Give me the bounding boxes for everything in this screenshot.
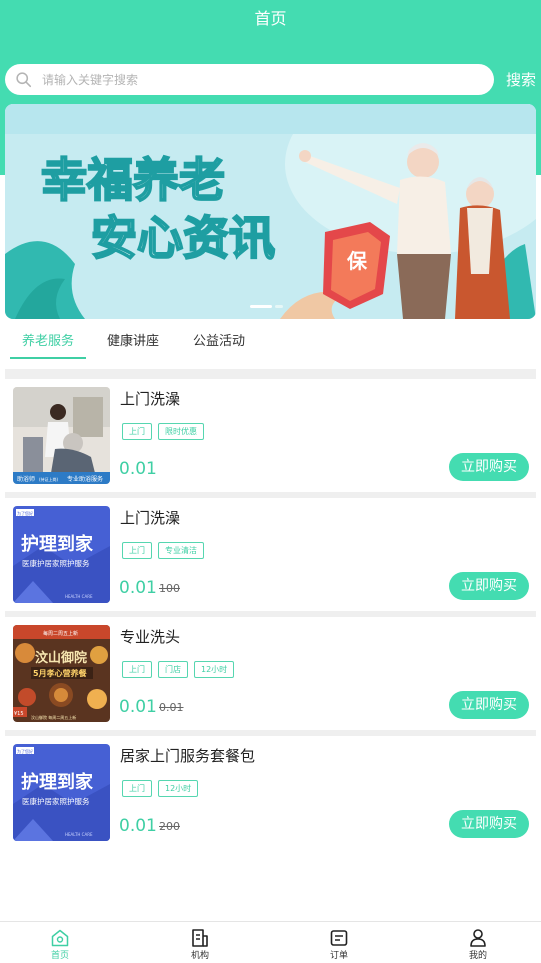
tabbar-label: 首页 xyxy=(50,951,69,961)
product-tags: 上门 12小时 xyxy=(122,780,199,797)
tabbar-item-home[interactable]: 首页 xyxy=(30,928,90,963)
product-card[interactable]: 每周二周五上新 汶山御院 5月孝心营养餐 ¥15 汶山御院 每周二周五上新 专业… xyxy=(5,617,536,730)
category-tabs: 养老服务 健康讲座 公益活动 xyxy=(0,322,541,364)
page-title: 首页 xyxy=(254,9,287,28)
product-title: 上门洗澡 xyxy=(120,509,181,527)
tabbar-label: 订单 xyxy=(329,951,348,961)
thumb-footer: HEALTH CARE xyxy=(65,832,93,837)
search-button[interactable]: 搜索 xyxy=(506,70,536,90)
product-tag: 上门 xyxy=(122,542,152,559)
product-tag: 上门 xyxy=(122,780,152,797)
product-thumbnail: 每周二周五上新 汶山御院 5月孝心营养餐 ¥15 汶山御院 每周二周五上新 xyxy=(13,625,110,722)
thumb-footer: HEALTH CARE xyxy=(65,594,93,599)
product-title: 居家上门服务套餐包 xyxy=(120,747,256,765)
thumb-caption-small: (持证上岗) xyxy=(39,476,59,482)
banner-carousel[interactable]: 幸福养老 安心资讯 保 xyxy=(5,104,536,319)
tabbar-label: 我的 xyxy=(468,951,487,961)
thumb-headline: 护理到家 xyxy=(21,771,94,793)
product-tag: 门店 xyxy=(158,661,188,678)
tab-elderly-care[interactable]: 养老服务 xyxy=(22,333,74,351)
product-tag: 专业清洁 xyxy=(158,542,204,559)
search-icon xyxy=(16,72,32,88)
product-tag: 12小时 xyxy=(158,780,199,797)
search-placeholder: 请输入关键字搜索 xyxy=(42,73,139,87)
product-tag: 上门 xyxy=(122,423,152,440)
thumb-headline: 汶山御院 xyxy=(35,650,87,666)
product-tag: 12小时 xyxy=(194,661,235,678)
buy-now-button[interactable]: 立即购买 xyxy=(449,453,529,481)
product-price: 0.01 xyxy=(119,816,157,836)
product-price: 0.01 xyxy=(119,578,157,598)
thumb-subtitle: 医康护居家照护服务 xyxy=(22,558,90,568)
thumb-corner: 为了您好 xyxy=(17,510,33,516)
thumb-headline: 护理到家 xyxy=(21,533,94,555)
product-tag: 上门 xyxy=(122,661,152,678)
section-divider xyxy=(5,369,536,379)
home-icon xyxy=(51,929,69,947)
product-original-price: 100 xyxy=(159,582,180,595)
tabbar-item-orders[interactable]: 订单 xyxy=(309,928,369,963)
thumb-subtitle: 5月孝心营养餐 xyxy=(33,668,88,678)
tabbar-label: 机构 xyxy=(190,951,209,961)
product-card[interactable]: 助浴师 (持证上岗) 专业助浴服务 上门洗澡 上门 限时优惠 0.01 立即购买 xyxy=(5,379,536,492)
product-tags: 上门 限时优惠 xyxy=(122,423,204,440)
document-icon xyxy=(192,929,208,947)
product-thumbnail: 为了您好 护理到家 医康护居家照护服务 HEALTH CARE xyxy=(13,744,110,841)
thumb-caption-right: 专业助浴服务 xyxy=(67,475,103,483)
active-tab-indicator xyxy=(10,357,86,359)
buy-now-button[interactable]: 立即购买 xyxy=(449,572,529,600)
order-icon xyxy=(330,930,348,946)
product-price: 0.01 xyxy=(119,697,157,717)
thumb-caption: 助浴师 xyxy=(17,475,35,483)
product-tags: 上门 专业清洁 xyxy=(122,542,204,559)
thumb-subtitle: 医康护居家照护服务 xyxy=(22,796,90,806)
buy-now-button[interactable]: 立即购买 xyxy=(449,691,529,719)
banner-badge: 保 xyxy=(346,249,368,273)
tabbar-item-institution[interactable]: 机构 xyxy=(170,928,230,963)
product-thumbnail: 助浴师 (持证上岗) 专业助浴服务 xyxy=(13,387,110,484)
banner-illustration: 幸福养老 安心资讯 保 xyxy=(5,104,536,319)
product-card[interactable]: 为了您好 护理到家 医康护居家照护服务 HEALTH CARE 上门洗澡 上门 … xyxy=(5,498,536,611)
banner-line1: 幸福养老 xyxy=(41,153,225,207)
bottom-tab-bar: 首页 机构 订单 我的 xyxy=(0,921,541,963)
thumb-price: ¥15 xyxy=(14,711,24,717)
banner-line2: 安心资讯 xyxy=(91,211,275,265)
tab-health-lectures[interactable]: 健康讲座 xyxy=(107,333,159,351)
product-title: 专业洗头 xyxy=(120,628,181,646)
product-original-price: 200 xyxy=(159,820,180,833)
product-thumbnail: 为了您好 护理到家 医康护居家照护服务 HEALTH CARE xyxy=(13,506,110,603)
user-icon xyxy=(470,929,486,947)
product-tags: 上门 门店 12小时 xyxy=(122,661,235,678)
product-card[interactable]: 为了您好 护理到家 医康护居家照护服务 HEALTH CARE 居家上门服务套餐… xyxy=(5,736,536,849)
search-input[interactable]: 请输入关键字搜索 xyxy=(5,64,494,95)
product-tag: 限时优惠 xyxy=(158,423,204,440)
tabbar-item-profile[interactable]: 我的 xyxy=(448,928,508,963)
product-original-price: 0.01 xyxy=(159,701,184,714)
thumb-corner: 为了您好 xyxy=(17,748,33,754)
buy-now-button[interactable]: 立即购买 xyxy=(449,810,529,838)
thumb-top: 每周二周五上新 xyxy=(43,630,78,637)
thumb-footer: 汶山御院 每周二周五上新 xyxy=(31,714,76,720)
product-title: 上门洗澡 xyxy=(120,390,181,408)
product-price: 0.01 xyxy=(119,459,157,479)
tab-charity-events[interactable]: 公益活动 xyxy=(193,333,245,351)
